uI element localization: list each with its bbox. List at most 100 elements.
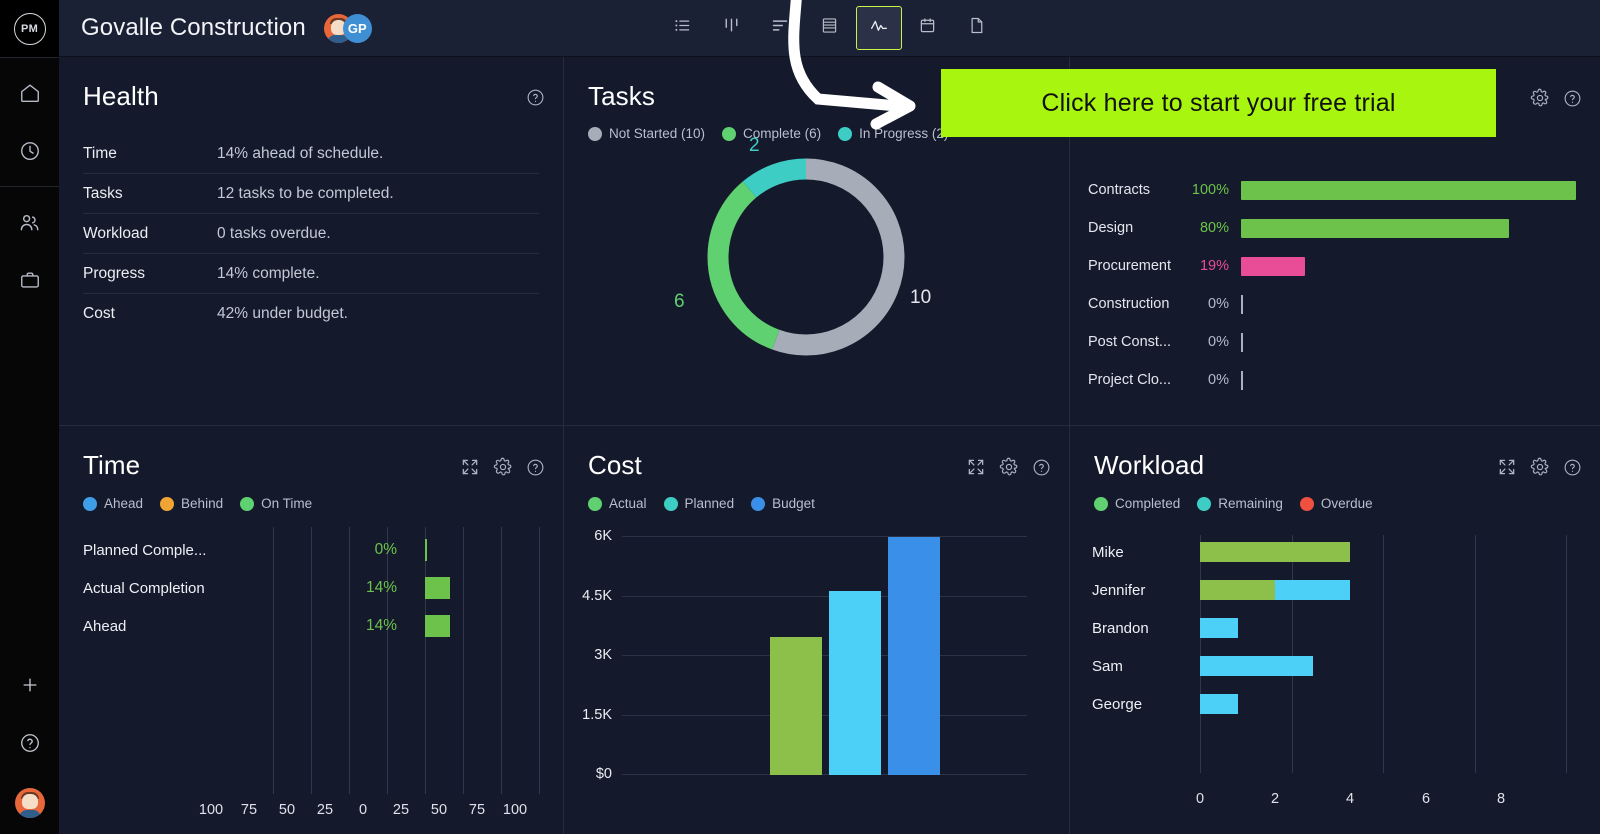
expand-icon[interactable] [460,457,480,482]
health-header: Health [59,57,563,112]
gear-icon[interactable] [1530,88,1550,113]
health-key: Cost [83,305,115,322]
progress-value: 100% [1191,182,1229,198]
legend-item: Actual [588,496,647,511]
time-label: Ahead [83,617,127,635]
help-icon[interactable] [1563,89,1582,113]
workload-label: Mike [1092,543,1124,561]
workload-bar-remaining [1200,618,1238,638]
list-icon [672,15,693,41]
tab-gantt-view[interactable] [758,6,804,50]
axis-tick: 6 [1421,791,1431,807]
workload-legend: Completed Remaining Overdue [1094,496,1600,511]
axis-tick: 75 [468,802,486,818]
home-icon [19,82,41,104]
health-value: 0 tasks overdue. [217,224,331,242]
help-icon[interactable] [526,88,545,112]
cost-tools [966,450,1051,482]
axis-tick: 6K [594,528,612,544]
gear-icon[interactable] [493,457,513,482]
progress-value: 19% [1199,258,1229,274]
progress-label: Project Clo... [1088,372,1171,388]
member-avatars[interactable]: GP [323,13,372,43]
sidebar-item-account[interactable] [0,772,59,834]
workload-row: Brandon [1070,609,1600,647]
sidebar-group-primary [0,57,59,186]
workload-header: Workload [1070,426,1600,482]
tab-list-view[interactable] [660,6,706,50]
health-value: 14% complete. [217,264,320,282]
expand-icon[interactable] [966,457,986,482]
cost-chart: $0 1.5K 3K 4.5K 6K [564,525,1069,825]
axis-tick: 4.5K [582,587,612,604]
legend-item: Overdue [1299,496,1373,511]
progress-track [1241,294,1576,314]
avatar-member-2[interactable]: GP [342,13,372,43]
legend-swatch-behind [160,496,175,511]
tab-dashboard-view[interactable] [855,6,902,50]
legend-swatch-planned [663,496,678,511]
user-avatar-icon [14,788,45,818]
left-sidebar: PM [0,0,59,834]
list-item: Design 80% [1088,209,1576,247]
legend-swatch-in-progress [838,126,853,141]
progress-value: 0% [1208,372,1229,388]
sidebar-item-team[interactable] [0,193,59,251]
cost-bar-budget [888,537,940,775]
progress-fill [1241,180,1576,200]
tab-calendar-view[interactable] [905,6,951,50]
legend-label: In Progress (2) [859,126,949,141]
progress-label: Design [1088,220,1134,236]
workload-x-axis: 0 2 4 6 8 [1070,791,1600,811]
expand-icon[interactable] [1497,457,1517,482]
axis-tick: 100 [502,802,528,818]
legend-item: In Progress (2) [838,126,948,141]
health-table: Time 14% ahead of schedule. Tasks 12 tas… [83,134,539,334]
axis-tick: 100 [198,802,224,818]
axis-tick: 0 [358,802,368,818]
clock-icon [19,140,41,162]
legend-item: Complete (6) [722,126,821,141]
axis-tick: $0 [595,766,612,782]
legend-item: Planned [663,496,734,511]
sidebar-item-home[interactable] [0,64,59,122]
time-header: Time [59,426,563,482]
legend-swatch-on-time [240,496,255,511]
dashboard-icon [868,15,890,42]
cost-title: Cost [588,450,642,480]
help-icon[interactable] [526,458,545,482]
legend-item: Completed [1094,496,1180,511]
axis-tick: 8 [1496,791,1506,807]
sidebar-item-projects[interactable] [0,251,59,309]
time-value: 14% [365,579,397,596]
page-icon [966,15,987,41]
axis-tick: 0 [1195,791,1205,807]
gear-icon[interactable] [1530,457,1550,482]
workload-label: Sam [1092,657,1123,675]
legend-label: Not Started (10) [609,126,706,141]
help-circle-icon [19,732,41,754]
legend-item: Behind [160,496,223,511]
help-icon[interactable] [1032,458,1051,482]
health-tools [526,81,545,112]
axis-tick: 50 [278,802,296,818]
free-trial-banner[interactable]: Click here to start your free trial [941,69,1496,137]
workload-row: Jennifer [1070,571,1600,609]
panel-health: Health Time 14% ahead of schedule. Tasks… [59,57,564,426]
time-title: Time [83,450,141,480]
dashboard-row-bottom: Time Ahead Behind On Time Planned Comple… [59,426,1600,834]
sidebar-item-time[interactable] [0,122,59,180]
tab-sheet-view[interactable] [807,6,853,50]
time-bar [425,539,427,561]
app-logo[interactable]: PM [0,0,59,57]
help-icon[interactable] [1563,458,1582,482]
tab-page-view[interactable] [954,6,1000,50]
workload-bar-remaining [1200,694,1238,714]
sidebar-item-add[interactable] [0,656,59,714]
legend-label: Behind [181,496,224,511]
tab-board-view[interactable] [709,6,755,50]
sidebar-item-help[interactable] [0,714,59,772]
gear-icon[interactable] [999,457,1019,482]
list-item: Contracts 100% [1088,171,1576,209]
list-item: Project Clo... 0% [1088,361,1576,399]
